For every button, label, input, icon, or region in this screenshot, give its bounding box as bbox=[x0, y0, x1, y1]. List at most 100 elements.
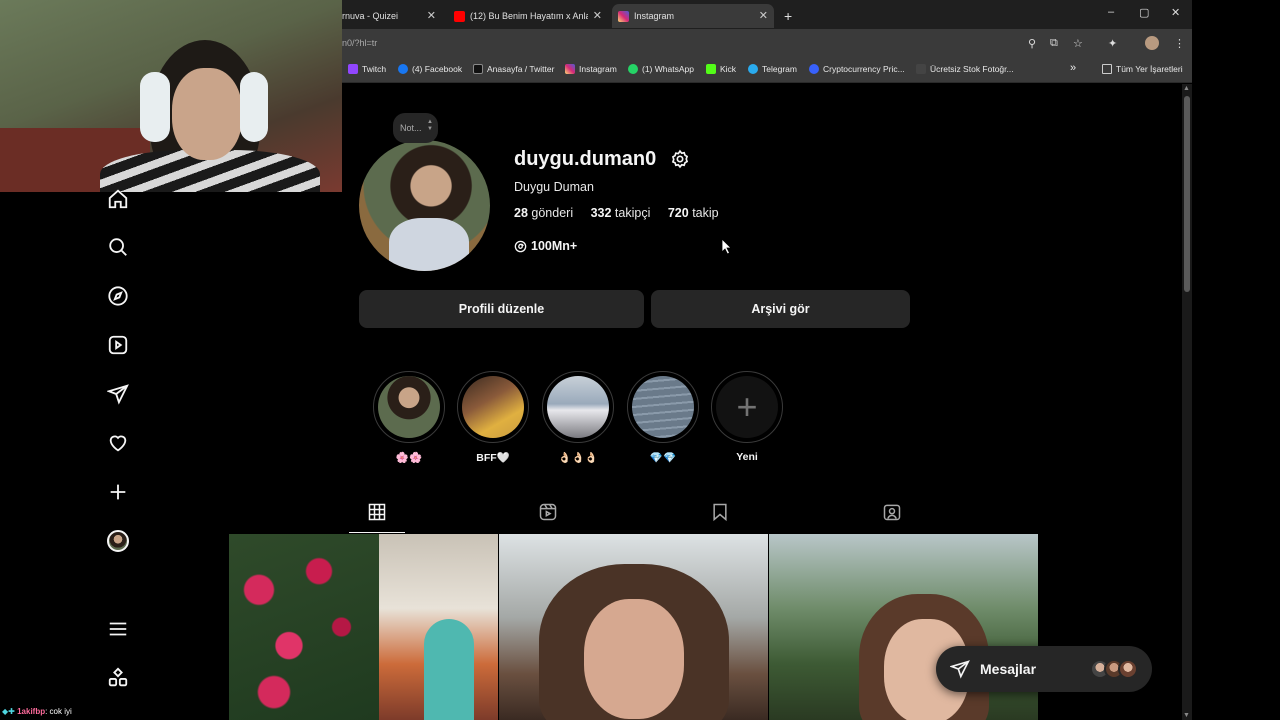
address-bar[interactable]: n0/?hl=tr ⚲ ⧉ ☆ ✦ ⋮ bbox=[342, 29, 1192, 57]
bookmark-kick[interactable]: Kick bbox=[706, 64, 736, 74]
bookmark-twitch[interactable]: Twitch bbox=[348, 64, 386, 74]
messages-send-icon[interactable] bbox=[107, 383, 129, 405]
post-thumbnail[interactable] bbox=[499, 534, 768, 720]
bookmark-twitter[interactable]: Anasayfa / Twitter bbox=[473, 64, 554, 74]
explore-compass-icon[interactable] bbox=[107, 285, 129, 307]
bookmark-label: Cryptocurrency Pric... bbox=[823, 64, 905, 74]
minimize-icon[interactable]: – bbox=[1108, 6, 1114, 18]
scrollbar-thumb[interactable] bbox=[1184, 96, 1190, 292]
highlight-item[interactable]: BFF🤍 bbox=[457, 371, 529, 464]
profile-avatar[interactable] bbox=[359, 140, 490, 271]
notifications-heart-icon[interactable] bbox=[107, 432, 129, 454]
profile-avatar-icon[interactable] bbox=[1145, 36, 1159, 50]
highlight-label: 👌🏻👌🏻👌🏻 bbox=[558, 452, 598, 464]
tab-title: Instagram bbox=[634, 11, 675, 21]
new-highlight-button[interactable]: + Yeni bbox=[711, 371, 783, 463]
search-icon[interactable] bbox=[107, 236, 129, 258]
bookmarks-overflow-button[interactable]: » bbox=[1070, 62, 1076, 74]
bookmark-whatsapp[interactable]: (1) WhatsApp bbox=[628, 64, 694, 74]
active-tab-underline bbox=[349, 532, 405, 533]
create-plus-icon[interactable] bbox=[107, 481, 129, 503]
highlight-label: BFF🤍 bbox=[476, 452, 510, 464]
highlight-item[interactable]: 👌🏻👌🏻👌🏻 bbox=[542, 371, 614, 464]
tab-quizei[interactable]: rnuva - Quizei ✕ bbox=[342, 4, 442, 28]
bookmark-label: Anasayfa / Twitter bbox=[487, 64, 555, 74]
tab-instagram[interactable]: Instagram ✕ bbox=[612, 4, 774, 28]
bookmark-crypto[interactable]: Cryptocurrency Pric... bbox=[809, 64, 905, 74]
profile-username: duygu.duman0 bbox=[514, 148, 657, 170]
followers-label: takipçi bbox=[614, 206, 651, 220]
reels-icon[interactable] bbox=[107, 334, 129, 356]
edit-profile-button[interactable]: Profili düzenle bbox=[359, 290, 644, 328]
mouse-cursor-icon bbox=[722, 239, 732, 255]
instagram-icon bbox=[565, 64, 575, 74]
highlight-item[interactable]: 💎💎 bbox=[627, 371, 699, 464]
scroll-down-arrow-icon[interactable]: ▼ bbox=[1183, 712, 1190, 719]
webcam-person-face bbox=[172, 68, 242, 160]
posts-count: 28 bbox=[514, 206, 528, 220]
more-menu-icon[interactable] bbox=[107, 618, 129, 640]
maximize-icon[interactable]: ▢ bbox=[1139, 6, 1149, 19]
messages-button[interactable]: Mesajlar bbox=[936, 646, 1152, 692]
post-door bbox=[424, 619, 474, 720]
also-from-meta-icon[interactable] bbox=[107, 667, 129, 689]
bookmark-label: Instagram bbox=[579, 64, 617, 74]
highlight-item[interactable]: 🌸🌸 bbox=[373, 371, 445, 464]
twitch-icon bbox=[348, 64, 358, 74]
message-avatars bbox=[1090, 659, 1138, 679]
view-archive-button[interactable]: Arşivi gör bbox=[651, 290, 910, 328]
bookmark-label: Tüm Yer İşaretleri bbox=[1116, 64, 1183, 74]
close-tab-icon[interactable]: ✕ bbox=[593, 9, 602, 22]
close-window-icon[interactable]: ✕ bbox=[1171, 6, 1180, 19]
avatar-shirt bbox=[389, 218, 469, 271]
tab-title: (12) Bu Benim Hayatım x Anlam bbox=[470, 11, 588, 21]
profile-full-name: Duygu Duman bbox=[514, 180, 594, 194]
telegram-icon bbox=[748, 64, 758, 74]
post-thumbnail[interactable] bbox=[229, 534, 498, 720]
webcam-headphone-right bbox=[240, 72, 268, 142]
highlight-ring bbox=[457, 371, 529, 443]
threads-icon bbox=[514, 240, 527, 252]
followers-stat[interactable]: 332 takipçi bbox=[591, 206, 651, 220]
bookmark-star-icon[interactable]: ☆ bbox=[1073, 37, 1083, 50]
zoom-icon[interactable]: ⚲ bbox=[1028, 37, 1036, 50]
profile-content-tabs bbox=[229, 494, 1039, 534]
close-tab-icon[interactable]: ✕ bbox=[427, 9, 436, 22]
all-bookmarks-folder[interactable]: Tüm Yer İşaretleri bbox=[1102, 64, 1183, 74]
post-thumbnail[interactable] bbox=[769, 534, 1038, 720]
threads-link[interactable]: 100Mn+ bbox=[514, 239, 577, 253]
highlight-cover bbox=[378, 376, 440, 438]
scroll-up-arrow-icon[interactable]: ▲ bbox=[1183, 85, 1190, 92]
coinmarketcap-icon bbox=[809, 64, 819, 74]
tab-youtube[interactable]: (12) Bu Benim Hayatım x Anlam ✕ bbox=[454, 4, 604, 28]
close-tab-icon[interactable]: ✕ bbox=[759, 9, 768, 22]
send-icon bbox=[950, 660, 970, 679]
saved-bookmark-icon[interactable] bbox=[710, 502, 730, 522]
new-tab-button[interactable]: + bbox=[784, 4, 792, 28]
bookmark-facebook[interactable]: (4) Facebook bbox=[398, 64, 462, 74]
add-plus-icon: + bbox=[716, 376, 778, 438]
posts-grid-icon[interactable] bbox=[367, 502, 387, 522]
reels-tab-icon[interactable] bbox=[538, 502, 558, 522]
bookmark-stock-photos[interactable]: Ücretsiz Stok Fotoğr... bbox=[916, 64, 1014, 74]
highlight-cover bbox=[462, 376, 524, 438]
home-icon[interactable] bbox=[107, 188, 129, 210]
tagged-person-icon[interactable] bbox=[882, 502, 902, 522]
menu-kebab-icon[interactable]: ⋮ bbox=[1174, 37, 1185, 50]
facebook-icon bbox=[398, 64, 408, 74]
bookmark-instagram[interactable]: Instagram bbox=[565, 64, 617, 74]
posts-stat[interactable]: 28 gönderi bbox=[514, 206, 573, 220]
highlight-label: 🌸🌸 bbox=[395, 452, 423, 464]
following-stat[interactable]: 720 takip bbox=[668, 206, 719, 220]
extensions-icon[interactable]: ✦ bbox=[1108, 37, 1117, 50]
chat-username: 1akifbp bbox=[17, 707, 46, 716]
settings-gear-icon[interactable] bbox=[670, 149, 690, 169]
install-app-icon[interactable]: ⧉ bbox=[1050, 37, 1058, 50]
chat-text: : cok iyi bbox=[45, 707, 72, 716]
profile-avatar-nav[interactable] bbox=[107, 530, 129, 552]
bookmark-label: Kick bbox=[720, 64, 737, 74]
note-bubble[interactable]: Not... ▲ ▼ bbox=[393, 113, 438, 143]
page-scrollbar[interactable]: ▲ ▼ bbox=[1182, 84, 1192, 720]
post-flowers bbox=[229, 534, 379, 720]
bookmark-telegram[interactable]: Telegram bbox=[748, 64, 797, 74]
